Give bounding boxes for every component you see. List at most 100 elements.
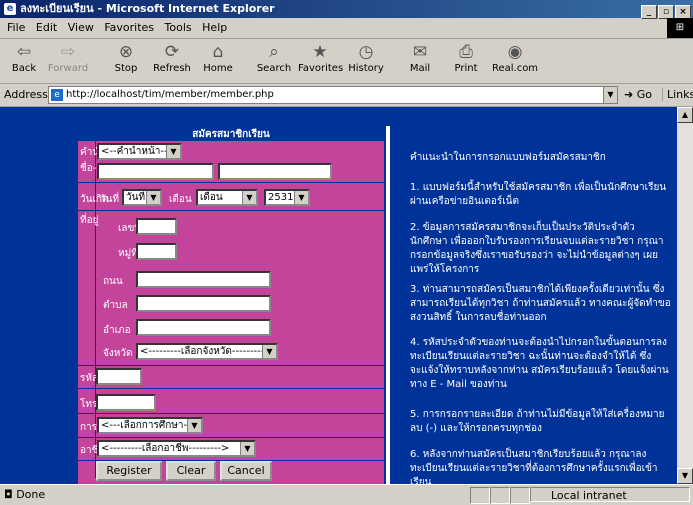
home-icon: ⌂ [212, 42, 224, 62]
instruction-item: 4. รหัสประจำตัวของท่านจะต้องนำไปกรอกในขั… [410, 337, 669, 390]
day-label: วันที่ [100, 194, 120, 205]
row-divider [78, 388, 384, 389]
address-section-label: ที่อยู่ [80, 215, 99, 226]
window-title: ลงทะเบียนเรียน - Microsoft Internet Expl… [20, 2, 275, 15]
favorites-icon: ★ [312, 42, 328, 62]
mail-button[interactable]: ✉ Mail [398, 41, 442, 74]
month-select[interactable]: เดือน ▼ [196, 189, 258, 206]
instructions-title: คำแนะนำในการกรอกแบบฟอร์มสมัครสมาชิก [410, 152, 606, 163]
row-divider [78, 210, 384, 211]
chevron-down-icon: ▼ [166, 145, 180, 158]
phone-input[interactable] [96, 394, 156, 411]
stop-icon: ⊗ [118, 42, 134, 62]
maximize-button[interactable]: ▫ [658, 5, 674, 19]
row-divider [78, 437, 384, 438]
education-select[interactable]: <---เลือกการศึกษา---> ▼ [97, 417, 203, 434]
instructions-panel: คำแนะนำในการกรอกแบบฟอร์มสมัครสมาชิก 1. แ… [392, 128, 677, 484]
menu-edit[interactable]: Edit [36, 21, 57, 34]
address-url: http://localhost/tim/member/member.php [66, 89, 274, 100]
search-icon: ⌕ [269, 42, 279, 62]
year-select[interactable]: 2531 ▼ [264, 189, 310, 206]
moo-label: หมู่ที่ [118, 248, 138, 259]
row-divider [78, 413, 384, 414]
panel-divider [386, 126, 390, 484]
security-zone: Local intranet [530, 487, 690, 502]
real-com-button[interactable]: ◉ Real.com [490, 41, 540, 74]
postcode-input[interactable] [96, 368, 142, 385]
scroll-down-icon[interactable]: ▼ [677, 468, 693, 484]
first-name-input[interactable] [97, 163, 214, 180]
chevron-down-icon: ▼ [262, 345, 276, 358]
refresh-icon: ⟳ [164, 42, 180, 62]
chevron-down-icon: ▼ [187, 419, 201, 432]
page-icon: e [51, 89, 63, 101]
status-cell [470, 487, 490, 504]
instruction-item: 2. ข้อมูลการสมัครสมาชิกจะเก็บเป็นประวัติ… [410, 222, 664, 275]
instruction-item: 6. หลังจากท่านสมัครเป็นสมาชิกเรียบร้อยแล… [410, 449, 658, 484]
chevron-down-icon: ▼ [146, 191, 160, 204]
house-number-input[interactable] [136, 218, 177, 235]
status-bar: ◘ Done Local intranet [0, 484, 693, 505]
subdistrict-label: ตำบล [103, 300, 128, 311]
day-select[interactable]: วันที่ ▼ [122, 189, 162, 206]
toolbar: ⇦ Back ⇨ Forward ⊗ Stop ⟳ Refresh ⌂ Home ⌕ Sea… [0, 39, 693, 84]
back-button[interactable]: ⇦ Back [2, 41, 46, 74]
minimize-button[interactable]: _ [641, 5, 657, 19]
instruction-item: 3. ท่านสามารถสมัครเป็นสมาชิกได้เพียงครั้… [410, 284, 671, 323]
go-button[interactable]: ➜ Go [624, 88, 652, 101]
district-label: อำเภอ [103, 325, 131, 336]
close-button[interactable]: × [675, 5, 691, 19]
print-icon: ⎙ [459, 42, 473, 62]
forward-arrow-icon: ⇨ [60, 42, 76, 62]
menu-tools[interactable]: Tools [165, 21, 192, 34]
address-dropdown-icon[interactable]: ▼ [603, 87, 617, 103]
links-button[interactable]: Links [662, 88, 693, 101]
go-arrow-icon: ➜ [624, 88, 634, 101]
windows-logo-icon: ⊞ [667, 18, 693, 38]
chevron-down-icon: ▼ [240, 442, 254, 455]
status-cell [490, 487, 510, 504]
menu-bar: File Edit View Favorites Tools Help ⊞ [0, 18, 693, 39]
page-viewport: สมัครสมาชิกเรียน คำนำหน้า <--คำนำหน้า-->… [0, 107, 693, 484]
clear-button[interactable]: Clear [166, 461, 216, 481]
menu-file[interactable]: File [7, 21, 25, 34]
road-label: ถนน [103, 276, 123, 287]
road-input[interactable] [136, 271, 271, 288]
print-button[interactable]: ⎙ Print [444, 41, 488, 74]
chevron-down-icon: ▼ [294, 191, 308, 204]
menu-view[interactable]: View [68, 21, 94, 34]
instruction-item: 1. แบบฟอร์มนี้สำหรับใช้สมัครสมาชิก เพื่อ… [410, 182, 667, 207]
district-input[interactable] [136, 319, 271, 336]
status-text: ◘ Done [4, 488, 46, 501]
row-divider [78, 365, 384, 366]
forward-button[interactable]: ⇨ Forward [46, 41, 90, 74]
row-divider [78, 182, 384, 183]
back-arrow-icon: ⇦ [16, 42, 32, 62]
favorites-button[interactable]: ★ Favorites [298, 41, 343, 74]
instruction-item: 5. การกรอกรายละเอียด ถ้าท่านไม่มีข้อมูลใ… [410, 409, 665, 434]
mail-icon: ✉ [412, 42, 428, 62]
month-label: เดือน [169, 194, 192, 205]
prefix-select[interactable]: <--คำนำหน้า--> ▼ [97, 143, 182, 160]
menu-favorites[interactable]: Favorites [104, 21, 154, 34]
register-button[interactable]: Register [96, 461, 162, 481]
ie-logo-icon: e [4, 3, 16, 15]
subdistrict-input[interactable] [136, 295, 271, 312]
vertical-scrollbar[interactable]: ▲ ▼ [677, 107, 693, 484]
history-button[interactable]: ◷ History [344, 41, 388, 74]
refresh-button[interactable]: ⟳ Refresh [150, 41, 194, 74]
stop-button[interactable]: ⊗ Stop [104, 41, 148, 74]
scroll-up-icon[interactable]: ▲ [677, 107, 693, 123]
window-title-bar[interactable]: e ลงทะเบียนเรียน - Microsoft Internet Exp… [0, 0, 693, 19]
home-button[interactable]: ⌂ Home [196, 41, 240, 74]
moo-input[interactable] [136, 243, 177, 260]
menu-help[interactable]: Help [202, 21, 227, 34]
search-button[interactable]: ⌕ Search [252, 41, 296, 74]
address-label: Address [4, 88, 48, 101]
occupation-select[interactable]: <---------เลือกอาชีพ---------> ▼ [97, 440, 256, 457]
province-select[interactable]: <---------เลือกจังหวัด---------> ▼ [136, 343, 278, 360]
address-input[interactable]: e http://localhost/tim/member/member.php … [48, 86, 618, 104]
page-done-icon: ◘ [4, 488, 13, 501]
cancel-button[interactable]: Cancel [220, 461, 272, 481]
last-name-input[interactable] [218, 163, 332, 180]
